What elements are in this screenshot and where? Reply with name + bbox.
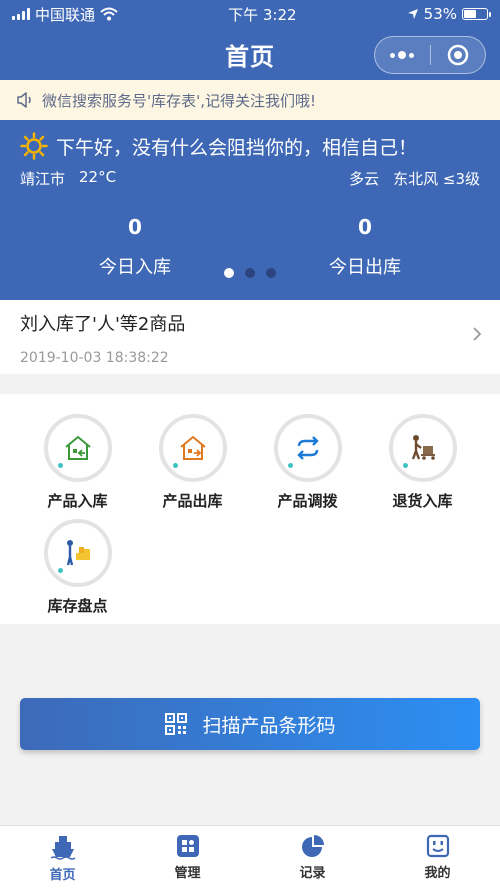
function-return-in[interactable]: 退货入库 xyxy=(365,414,480,511)
battery-percent: 53% xyxy=(423,5,457,23)
city-name: 靖江市 xyxy=(20,170,66,188)
function-product-transfer[interactable]: 产品调拨 xyxy=(250,414,365,511)
sun-icon xyxy=(20,132,48,160)
function-label: 产品入库 xyxy=(47,492,108,510)
carousel-dot[interactable] xyxy=(266,268,276,278)
qr-code-icon xyxy=(165,713,188,735)
speaker-icon xyxy=(17,92,31,108)
battery-icon xyxy=(462,8,491,20)
wind-info: 东北风 ≤3级 xyxy=(393,170,480,188)
tab-label: 我的 xyxy=(424,866,451,881)
function-icon-ring xyxy=(273,414,342,482)
weather-condition: 多云 xyxy=(349,170,380,188)
status-bar: 中国联通 下午 3:22 53% xyxy=(0,0,500,28)
tab-label: 首页 xyxy=(49,868,76,883)
function-label: 退货入库 xyxy=(392,492,453,510)
recent-record-time: 2019-10-03 18:38:22 xyxy=(20,350,169,366)
chevron-right-icon xyxy=(473,327,482,341)
transfer-icon xyxy=(296,436,319,460)
stocktake-icon xyxy=(66,540,90,566)
nav-bar: 首页 xyxy=(0,28,500,80)
stat-value: 0 xyxy=(358,215,372,239)
ship-icon xyxy=(50,836,75,860)
greeting-text: 下午好，没有什么会阻挡你的，相信自己！ xyxy=(56,136,418,159)
stat-value: 0 xyxy=(128,215,142,239)
function-grid: 产品入库 产品出库 产品调拨 退货入库 库存盘点 xyxy=(0,394,500,624)
notice-bar[interactable]: 微信搜索服务号'库存表',记得关注我们哦! xyxy=(0,80,500,120)
function-product-out[interactable]: 产品出库 xyxy=(135,414,250,511)
tab-records[interactable]: 记录 xyxy=(250,826,375,889)
function-icon-ring xyxy=(43,414,112,482)
tab-mine[interactable]: 我的 xyxy=(375,826,500,889)
header: 中国联通 下午 3:22 53% 首页 xyxy=(0,0,500,80)
tab-home[interactable]: 首页 xyxy=(0,826,125,889)
location-arrow-icon xyxy=(407,9,418,19)
grid-app-icon xyxy=(176,835,199,857)
temperature: 22°C xyxy=(79,168,117,186)
house-in-icon xyxy=(64,435,91,460)
carousel-dot[interactable] xyxy=(245,268,255,278)
recent-record-text: 刘入库了'人'等2商品 xyxy=(20,314,186,335)
close-mini-program-icon[interactable] xyxy=(431,44,486,66)
bottom-tab-bar: 首页 管理 记录 我的 xyxy=(0,825,500,889)
function-label: 产品出库 xyxy=(162,492,223,510)
page-title: 首页 xyxy=(225,42,275,71)
tab-label: 管理 xyxy=(174,866,201,881)
signal-icon xyxy=(12,8,30,20)
clock: 下午 3:22 xyxy=(228,5,297,24)
function-label: 产品调拨 xyxy=(277,492,338,510)
pie-chart-icon xyxy=(301,835,324,857)
scan-barcode-button[interactable]: 扫描产品条形码 xyxy=(20,698,480,750)
function-product-in[interactable]: 产品入库 xyxy=(20,414,135,511)
scan-button-label: 扫描产品条形码 xyxy=(202,714,336,737)
weather-panel[interactable]: 下午好，没有什么会阻挡你的，相信自己！ 靖江市 22°C 多云 东北风 ≤3级 … xyxy=(0,120,500,300)
house-out-icon xyxy=(179,435,206,460)
notice-text: 微信搜索服务号'库存表',记得关注我们哦! xyxy=(42,91,317,110)
carousel-dot[interactable] xyxy=(224,268,234,278)
mini-program-capsule xyxy=(374,36,486,74)
function-icon-ring xyxy=(43,519,112,587)
function-icon-ring xyxy=(158,414,227,482)
face-icon xyxy=(426,834,449,858)
function-icon-ring xyxy=(388,414,457,482)
function-stocktake[interactable]: 库存盘点 xyxy=(20,519,135,616)
return-cart-icon xyxy=(411,435,435,460)
tab-label: 记录 xyxy=(299,866,326,881)
wifi-icon xyxy=(100,7,118,21)
recent-record-item[interactable]: 刘入库了'人'等2商品 2019-10-03 18:38:22 xyxy=(0,300,500,374)
carousel-indicator xyxy=(0,268,500,278)
more-menu-icon[interactable] xyxy=(375,51,430,59)
carrier-name: 中国联通 xyxy=(35,5,96,24)
tab-manage[interactable]: 管理 xyxy=(125,826,250,889)
function-label: 库存盘点 xyxy=(47,597,108,615)
